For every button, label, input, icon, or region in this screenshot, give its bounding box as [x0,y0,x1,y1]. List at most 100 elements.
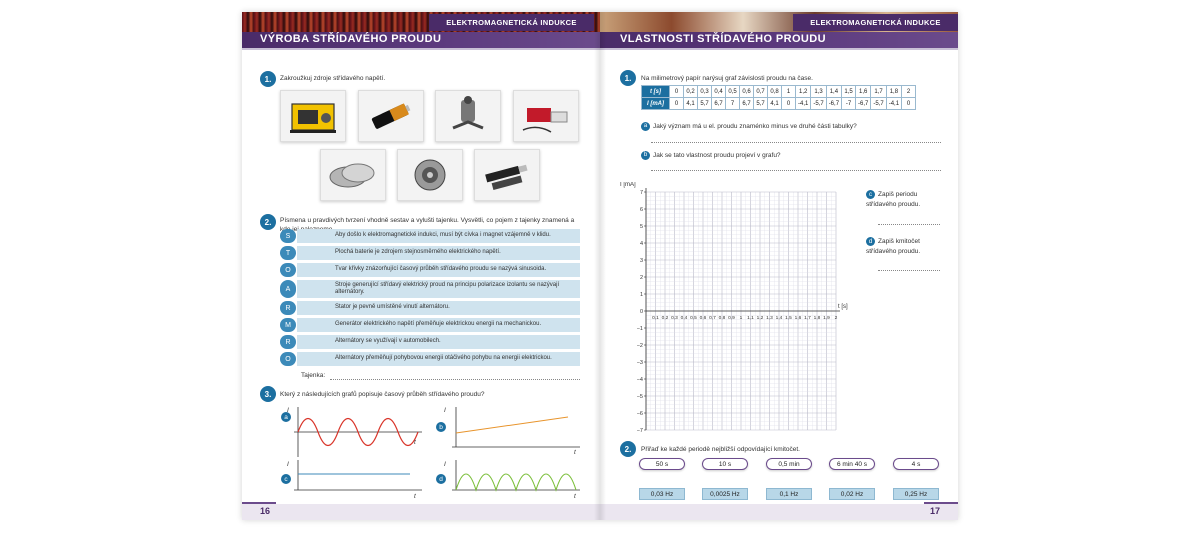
tajenka-answer-line[interactable] [330,379,580,380]
x-tick-label: 0,7 [709,315,716,321]
dynamo-photo[interactable] [435,90,501,142]
page-title: VLASTNOSTI STŘÍDAVÉHO PROUDU [620,33,826,45]
x-tick-label: 1,9 [823,315,830,321]
y-tick-label: 1 [640,292,643,298]
answer-line-a[interactable] [651,142,941,143]
period-pill[interactable]: 50 s [639,458,685,470]
table-cell: 1,5 [841,85,857,98]
page-number: 17 [929,506,940,516]
graph-a[interactable] [294,407,434,457]
x-tick-label: 1,2 [757,315,764,321]
list-item[interactable]: O Tvar křivky znázorňující časový průběh… [280,263,580,277]
statement-text: Plochá baterie je zdrojem stejnosměrného… [297,246,580,260]
millimeter-graph[interactable]: I [mA] t [s] 7 6 5 4 3 2 1 0 −1 −2 −3 −4 −5 −6 −7 0,1 0,2 0… [616,182,856,437]
axis-label: I [444,461,446,468]
table-cell: -5,7 [810,97,827,110]
page-title-bar: VLASTNOSTI STŘÍDAVÉHO PROUDU [600,32,958,48]
x-tick-label: 0,9 [728,315,735,321]
period-pill[interactable]: 0,5 min [766,458,812,470]
frequency-box[interactable]: 0,25 Hz [893,488,939,500]
list-item[interactable]: R Alternátory se využívají v automobilec… [280,335,580,349]
y-tick-label: 0 [640,309,643,315]
statements-list: S Aby došlo k elektromagnetické indukci,… [280,229,580,369]
table-cell: -7 [841,97,857,110]
y-tick-label: −1 [637,326,643,332]
frequency-box[interactable]: 0,0025 Hz [702,488,748,500]
graph-option-c[interactable]: c [281,474,291,484]
list-item[interactable]: O Alternátory přeměňují pohybovou energi… [280,352,580,366]
x-tick-label: 0,5 [690,315,697,321]
table-cell: 0,3 [697,85,712,98]
list-item[interactable]: A Stroje generující střídavý elektrický … [280,280,580,298]
question-text: Jak se tato vlastnost proudu projeví v g… [653,152,781,160]
task-number: 1. [260,71,276,87]
axis-label: I [444,407,446,414]
graph-b[interactable] [452,407,592,448]
table-cell: 6,7 [711,97,726,110]
graph-option-a[interactable]: a [281,412,291,422]
task-text: Zakroužkuj zdroje střídavého napětí. [280,75,386,82]
button-cell-photo[interactable] [320,149,386,201]
sine-graph [294,407,422,457]
frequency-box[interactable]: 0,02 Hz [829,488,875,500]
y-tick-label: 4 [640,241,643,247]
graph-option-b[interactable]: b [436,422,446,432]
graph-c[interactable] [294,460,434,500]
answer-line-b[interactable] [651,170,941,171]
task-text: Na milimetrový papír narýsuj graf závisl… [641,75,813,82]
list-item[interactable]: R Stator je pevně umístěné vinutí altern… [280,301,580,315]
list-item[interactable]: M Generátor elektrického napětí přeměňuj… [280,318,580,332]
period-pill[interactable]: 4 s [893,458,939,470]
list-item[interactable]: T Plochá baterie je zdrojem stejnosměrné… [280,246,580,260]
graph-option-d[interactable]: d [436,474,446,484]
table-cell: 1,7 [870,85,887,98]
page-footer: 17 [600,504,958,520]
y-tick-label: −7 [637,428,643,434]
y-tick-label: 6 [640,207,643,213]
answer-line-c[interactable] [878,224,940,225]
table-cell: -6,7 [855,97,872,110]
statement-text: Alternátory se využívají v automobilech. [297,335,580,349]
table-row: t [s] 0 0,2 0,3 0,4 0,5 0,6 0,7 0,8 1 1,2 1,3 1,4 1,… [641,85,917,98]
table-cell: -4,1 [794,97,812,110]
x-tick-label: 1,6 [795,315,802,321]
table-cell: 1 [781,85,796,98]
y-axis-label: I [mA] [620,182,636,188]
generator-photo[interactable] [280,90,346,142]
y-tick-label: 7 [640,190,643,196]
frequency-box[interactable]: 0,03 Hz [639,488,685,500]
question-c: c Zapiš periodu střídavého proudu. [866,190,946,210]
period-pill[interactable]: 10 s [702,458,748,470]
alternator-photo[interactable] [397,149,463,201]
y-tick-label: −4 [637,377,643,383]
y-tick-label: −3 [637,360,643,366]
answer-line-d[interactable] [878,270,940,271]
table-cell: 0,7 [753,85,768,98]
power-bank-photo[interactable] [513,90,579,142]
usb-sticks-icon [485,164,528,191]
table-cell: -6,7 [825,97,843,110]
question-label: a [641,122,650,131]
y-tick-label: −2 [637,343,643,349]
usb-sticks-photo[interactable] [474,149,540,201]
axis-label: I [287,461,289,468]
table-cell: 1,2 [794,85,812,98]
data-table: t [s] 0 0,2 0,3 0,4 0,5 0,6 0,7 0,8 1 1,2 1,3 1,4 1,… [641,85,917,110]
power-bank-icon [522,108,568,133]
x-axis-label: t [s] [838,304,848,310]
frequency-box[interactable]: 0,1 Hz [766,488,812,500]
page-title: VÝROBA STŘÍDAVÉHO PROUDU [260,33,442,45]
statement-letter: R [280,335,296,349]
x-tick-label: 0,8 [719,315,726,321]
table-cell: 0 [901,97,917,110]
period-pill[interactable]: 6 min 40 s [829,458,875,470]
statement-letter: A [280,280,296,298]
graph-d[interactable] [452,460,592,500]
linear-graph [452,407,580,448]
title-underline [242,48,600,50]
x-tick-label: 0,4 [681,315,688,321]
battery-photo[interactable] [358,90,424,142]
statement-text: Generátor elektrického napětí přeměňuje … [297,318,580,332]
list-item[interactable]: S Aby došlo k elektromagnetické indukci,… [280,229,580,243]
statement-letter: M [280,318,296,332]
